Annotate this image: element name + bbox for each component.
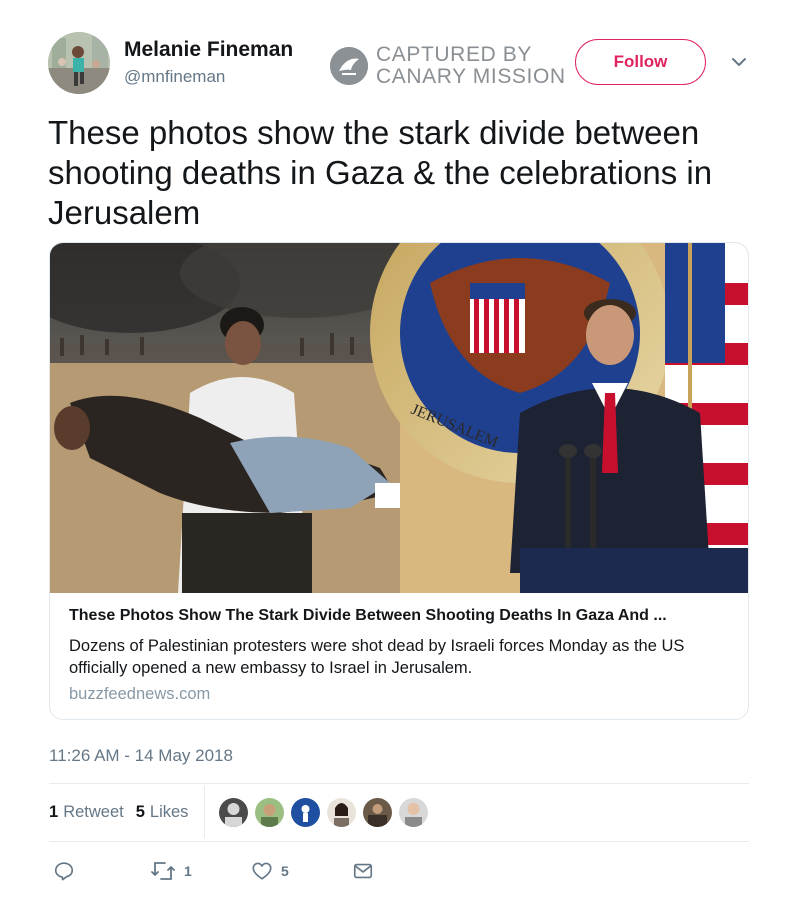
likes-count: 5 xyxy=(135,803,145,821)
tweet-header: Melanie Fineman @mnfineman CAPTURED BY C… xyxy=(0,0,797,110)
tweet-text: These photos show the stark divide betwe… xyxy=(48,114,713,231)
card-domain[interactable]: buzzfeednews.com xyxy=(69,685,210,704)
link-card[interactable]: JERUSALEM These Photos Show The Stark Di… xyxy=(49,242,749,720)
retweets-count: 1 xyxy=(49,803,59,821)
tweet-stats: 1 Retweet 5 Likes xyxy=(49,803,200,822)
card-description: Dozens of Palestinian protesters were sh… xyxy=(69,637,685,677)
reply-icon xyxy=(54,862,74,881)
user-handle[interactable]: @mnfineman xyxy=(124,67,225,87)
retweet-icon xyxy=(151,862,175,880)
reply-action[interactable] xyxy=(53,860,83,882)
canary-bird-icon xyxy=(330,47,368,85)
tweet-actions: 1 5 xyxy=(49,860,749,886)
retweet-action[interactable]: 1 xyxy=(150,860,192,882)
tweet-timestamp[interactable]: 11:26 AM - 14 May 2018 xyxy=(49,746,233,766)
retweets-stat[interactable]: 1 Retweet xyxy=(49,803,124,822)
follow-button[interactable]: Follow xyxy=(575,39,706,85)
likes-stat[interactable]: 5 Likes xyxy=(136,803,189,822)
envelope-icon xyxy=(353,863,373,879)
divider-top xyxy=(49,783,749,784)
like-count: 5 xyxy=(281,863,289,879)
avatar[interactable] xyxy=(48,32,110,94)
canary-mission-watermark: CAPTURED BY CANARY MISSION xyxy=(330,44,566,88)
divider-bottom xyxy=(49,841,749,842)
like-action[interactable]: 5 xyxy=(251,860,289,882)
liker-avatar[interactable] xyxy=(399,798,428,827)
watermark-line-1: CAPTURED BY xyxy=(376,43,532,66)
direct-message-action[interactable] xyxy=(352,860,374,882)
watermark-line-2: CANARY MISSION xyxy=(376,65,566,88)
card-title[interactable]: These Photos Show The Stark Divide Betwe… xyxy=(69,607,734,625)
retweet-count: 1 xyxy=(184,863,192,879)
chevron-down-icon[interactable] xyxy=(729,55,749,69)
liker-avatar[interactable] xyxy=(327,798,356,827)
card-image[interactable]: JERUSALEM xyxy=(50,243,748,593)
stats-separator xyxy=(204,786,205,838)
liker-avatar[interactable] xyxy=(219,798,248,827)
likes-label: Likes xyxy=(149,803,189,821)
heart-icon xyxy=(252,862,272,880)
liker-avatar[interactable] xyxy=(363,798,392,827)
display-name[interactable]: Melanie Fineman xyxy=(124,38,293,62)
liker-avatars xyxy=(219,798,435,827)
retweets-label: Retweet xyxy=(63,803,124,821)
liker-avatar[interactable] xyxy=(255,798,284,827)
liker-avatar[interactable] xyxy=(291,798,320,827)
